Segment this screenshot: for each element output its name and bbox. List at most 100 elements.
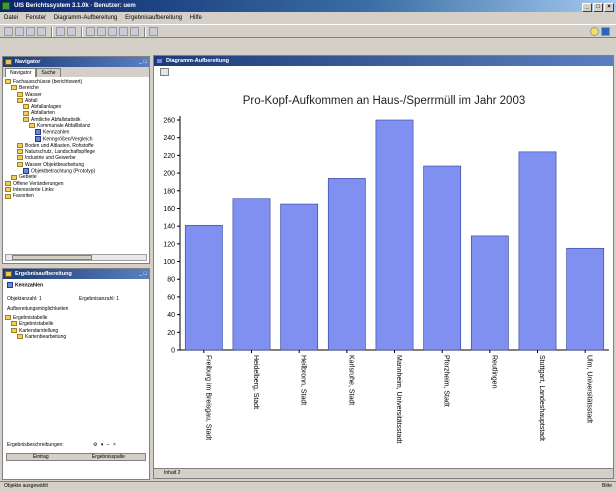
menu-fenster[interactable]: Fenster bbox=[26, 15, 46, 21]
navigator-scrollbar[interactable] bbox=[5, 254, 147, 261]
x-tick-label: Ulm, Universitätsstadt bbox=[586, 355, 593, 423]
tree-node-label: Objektbetrachtung (Prototyp) bbox=[31, 168, 96, 175]
delete-icon[interactable] bbox=[37, 27, 46, 36]
panel-minimize-icon[interactable]: _ □ bbox=[139, 269, 147, 279]
status-left: Objekte ausgewählt bbox=[4, 483, 48, 489]
bar bbox=[184, 224, 223, 351]
list-icon[interactable] bbox=[56, 27, 65, 36]
tree-node-label: Naturschutz, Landschaftspflege bbox=[25, 148, 96, 155]
folder-icon bbox=[17, 161, 23, 167]
tree-node-label: Kartendarstellung bbox=[19, 327, 59, 334]
folder-icon bbox=[23, 104, 29, 110]
tab-suche[interactable]: Suche bbox=[36, 68, 61, 77]
folder-icon bbox=[29, 123, 35, 129]
tree-node[interactable]: Kennzahlen bbox=[5, 129, 147, 136]
save-icon[interactable] bbox=[15, 27, 24, 36]
ergebnisanzahl: Ergebnisanzahl: 1 bbox=[79, 296, 120, 302]
diagram-icon bbox=[156, 58, 163, 64]
tree-node[interactable]: Kartenbearbeitung bbox=[5, 334, 147, 340]
chart-doc-icon bbox=[35, 136, 41, 142]
close-button[interactable]: × bbox=[604, 3, 614, 12]
open-icon[interactable] bbox=[4, 27, 13, 36]
tree-node-label: Abfallanlagen bbox=[31, 104, 62, 111]
x-tick-label: Freiburg im Breisgau, Stadt bbox=[204, 355, 211, 440]
print-icon[interactable] bbox=[26, 27, 35, 36]
results-tree: Ergebnistabelle Ergebnistabelle Kartendars… bbox=[5, 315, 147, 340]
folder-icon bbox=[17, 91, 23, 97]
tree-node-label: Kenngrößen/Vergleich bbox=[43, 136, 93, 143]
x-tick-label: Heidelberg, Stadt bbox=[252, 355, 259, 409]
scroll-thumb[interactable] bbox=[12, 255, 92, 260]
chart-doc-icon bbox=[23, 167, 29, 174]
y-tick-label: 220 bbox=[163, 153, 175, 160]
help-icon[interactable] bbox=[590, 27, 599, 36]
x-tick-label: Mannheim, Universitätsstadt bbox=[395, 355, 402, 443]
x-tick-label: Stuttgart, Landeshauptstadt bbox=[538, 355, 545, 441]
notes-col-eintrag[interactable]: Eintrag bbox=[7, 454, 75, 460]
tree-node[interactable]: Kenngrößen/Vergleich bbox=[5, 136, 147, 143]
tile-icon[interactable] bbox=[149, 27, 158, 36]
tree-node-label: Gebiete bbox=[19, 174, 37, 181]
results-icon bbox=[5, 271, 12, 277]
bar bbox=[470, 235, 509, 351]
bar bbox=[327, 178, 366, 351]
y-tick-label: 160 bbox=[163, 206, 175, 213]
folder-icon bbox=[5, 180, 11, 186]
results-title: Ergebnisaufbereitung bbox=[15, 271, 72, 277]
navigator-header: Navigator _ □ bbox=[3, 57, 149, 67]
menu-diagramm[interactable]: Diagramm-Aufbereitung bbox=[54, 15, 118, 21]
folder-icon bbox=[5, 315, 11, 321]
aufbereitung-label: Aufbereitungsmöglichkeiten bbox=[7, 306, 69, 312]
x-tick-label: Reutlingen bbox=[490, 355, 497, 389]
chart-title: Pro-Kopf-Aufkommen an Haus-/Sperrmüll im… bbox=[243, 95, 526, 107]
info-icon[interactable] bbox=[601, 27, 610, 36]
grid-icon[interactable] bbox=[67, 27, 76, 36]
app-icon bbox=[2, 2, 10, 10]
objektanzahl: Objektanzahl: 1 bbox=[7, 296, 42, 302]
menu-ergebnis[interactable]: Ergebnisaufbereitung bbox=[125, 15, 182, 21]
notes-col-ergebnis[interactable]: Ergebnisspalte bbox=[75, 454, 143, 460]
diagram-window: Diagramm-Aufbereitung Pro-Kopf-Aufkommen… bbox=[153, 55, 614, 479]
minimize-button[interactable]: _ bbox=[582, 3, 592, 12]
tab-navigator[interactable]: Navigator bbox=[5, 68, 37, 77]
tree-node-label: Wasser bbox=[25, 91, 42, 98]
main-toolbar bbox=[0, 24, 616, 38]
tab-inhalt[interactable]: Inhalt 2 bbox=[164, 470, 180, 476]
menu-hilfe[interactable]: Hilfe bbox=[190, 15, 202, 21]
tree-node-label: Kennzahlen bbox=[43, 129, 70, 136]
notes-tools-icon[interactable]: ⚙ ▾ – × bbox=[93, 442, 117, 448]
chart-icon[interactable] bbox=[119, 27, 128, 36]
tree-node[interactable]: Favoriten bbox=[5, 193, 147, 199]
bar bbox=[280, 203, 319, 351]
x-tick-label: Heilbronn, Stadt bbox=[300, 355, 307, 405]
y-tick-label: 80 bbox=[167, 277, 175, 284]
layout-icon[interactable] bbox=[130, 27, 139, 36]
results-selected: Kennzahlen bbox=[7, 282, 43, 288]
tree-node[interactable]: Objektbetrachtung (Prototyp) bbox=[5, 167, 147, 175]
folder-icon bbox=[11, 327, 17, 333]
tree-node-label: Fachausschüsse (berichtswert) bbox=[13, 79, 83, 85]
x-tick-label: Karlsruhe, Stadt bbox=[347, 355, 354, 405]
folder-icon bbox=[11, 321, 17, 327]
status-right: Bitte bbox=[601, 483, 612, 489]
folder-icon bbox=[23, 116, 29, 122]
maximize-button[interactable]: □ bbox=[593, 3, 603, 12]
map-icon[interactable] bbox=[86, 27, 95, 36]
bar bbox=[518, 151, 557, 351]
window-controls: _ □ × bbox=[581, 1, 614, 12]
menu-datei[interactable]: Datei bbox=[4, 15, 18, 21]
folder-icon bbox=[5, 79, 11, 85]
tree-node-label: Offene Veränderungen bbox=[13, 180, 64, 187]
diagram-tabbar: Inhalt 2 bbox=[154, 468, 613, 478]
bar bbox=[232, 198, 271, 351]
table-icon[interactable] bbox=[97, 27, 106, 36]
x-tick-label: Pforzheim, Stadt bbox=[443, 355, 450, 407]
diagram-header: Diagramm-Aufbereitung bbox=[154, 56, 613, 66]
window-icon[interactable] bbox=[108, 27, 117, 36]
notes-label: Ergebnisbeschreibungen: bbox=[7, 442, 64, 448]
statusbar: Objekte ausgewählt Bitte bbox=[0, 481, 616, 491]
zoom-icon[interactable] bbox=[160, 68, 169, 76]
tree-node-label: Ergebnistabelle bbox=[13, 315, 48, 321]
panel-minimize-icon[interactable]: _ □ bbox=[139, 57, 147, 67]
folder-icon bbox=[17, 155, 23, 161]
